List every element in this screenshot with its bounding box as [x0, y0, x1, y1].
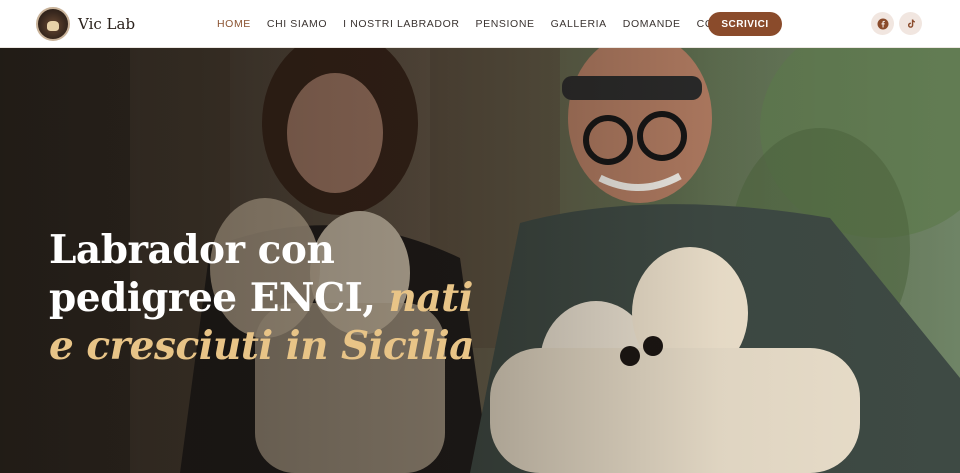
site-header: Vic Lab HOME CHI SIAMO I NOSTRI LABRADOR… [0, 0, 960, 48]
scrivici-button[interactable]: SCRIVICI [708, 12, 782, 36]
facebook-icon [877, 18, 888, 29]
nav-item-galleria[interactable]: GALLERIA [551, 18, 607, 30]
hero-title: Labrador con pedigree ENCI, nati e cresc… [49, 226, 489, 370]
nav-item-pensione[interactable]: PENSIONE [476, 18, 535, 30]
main-nav: HOME CHI SIAMO I NOSTRI LABRADOR PENSION… [217, 0, 768, 48]
nav-item-domande[interactable]: DOMANDE [623, 18, 681, 30]
brand-name[interactable]: Vic Lab [78, 15, 135, 33]
dog-logo-icon[interactable] [36, 7, 70, 41]
brand[interactable]: Vic Lab [36, 7, 135, 41]
tiktok-icon [907, 19, 915, 28]
hero-section: Labrador con pedigree ENCI, nati e cresc… [0, 48, 960, 473]
nav-item-chi-siamo[interactable]: CHI SIAMO [267, 18, 327, 30]
nav-item-home[interactable]: HOME [217, 18, 251, 30]
facebook-link[interactable] [871, 12, 894, 35]
hero-title-plain: Labrador con pedigree ENCI, [49, 227, 376, 321]
nav-item-i-nostri-labrador[interactable]: I NOSTRI LABRADOR [343, 18, 459, 30]
tiktok-link[interactable] [899, 12, 922, 35]
social-links [871, 12, 922, 35]
